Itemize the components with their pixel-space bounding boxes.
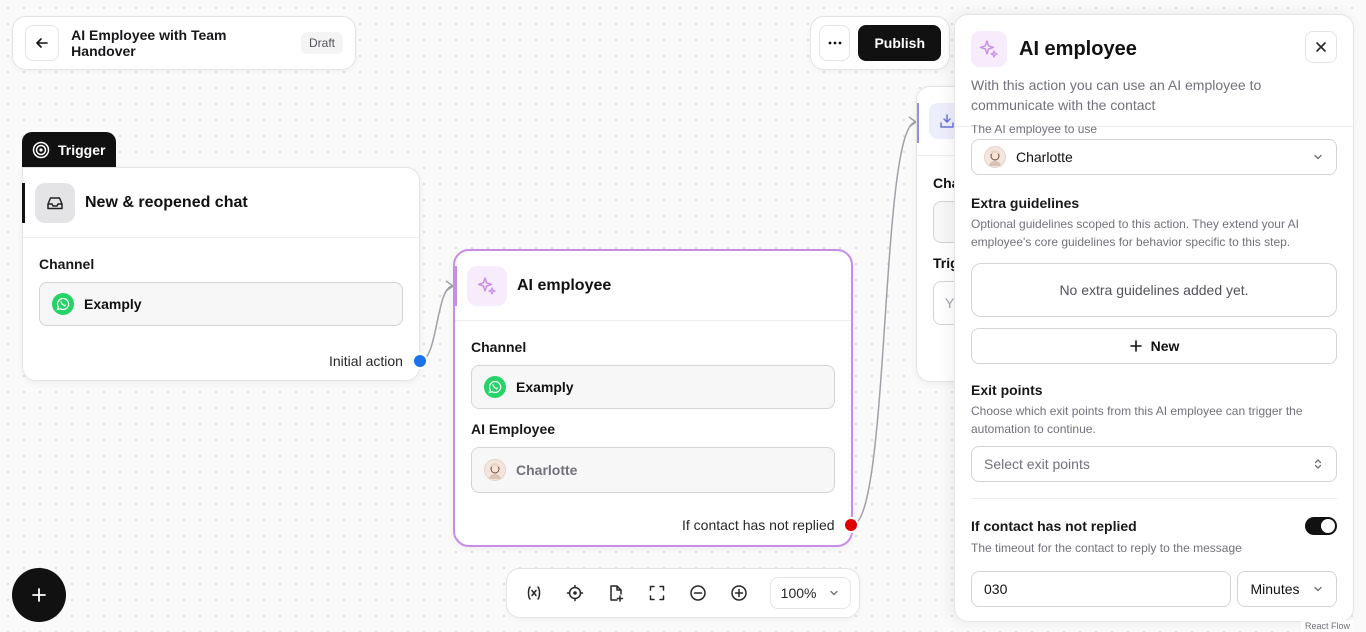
whatsapp-icon <box>484 376 506 398</box>
zoom-out-icon <box>690 585 706 601</box>
trigger-tab-label: Trigger <box>58 142 106 158</box>
ai-employee-field: Charlotte <box>471 447 835 493</box>
trigger-tab: Trigger <box>22 132 116 168</box>
page-title: AI Employee with Team Handover <box>71 27 227 59</box>
publish-button[interactable]: Publish <box>858 25 941 61</box>
exit-points-placeholder: Select exit points <box>984 456 1090 472</box>
sparkles-icon <box>477 276 496 295</box>
panel-title: AI employee <box>1019 37 1137 60</box>
no-reply-description: The timeout for the contact to reply to … <box>971 541 1242 555</box>
employee-select-value: Charlotte <box>1016 149 1073 165</box>
edge-ai-to-next <box>851 121 917 526</box>
inbox-icon <box>47 196 63 209</box>
new-guideline-button[interactable]: New <box>971 328 1337 364</box>
fit-view-button[interactable] <box>638 575 675 611</box>
no-reply-title: If contact has not replied <box>971 518 1137 534</box>
exit-points-title: Exit points <box>971 382 1043 398</box>
ai-employee-label: AI Employee <box>471 421 556 437</box>
ellipsis-icon <box>828 41 842 45</box>
add-page-button[interactable] <box>597 575 634 611</box>
trigger-channel-value: Examply <box>84 296 142 312</box>
fullscreen-icon <box>649 585 665 601</box>
variable-icon <box>527 586 540 600</box>
initial-action-label: Initial action <box>329 353 403 369</box>
initial-action-handle[interactable] <box>412 353 428 369</box>
crosshair-icon <box>566 584 583 602</box>
whatsapp-icon <box>52 293 74 315</box>
ai-channel-value: Examply <box>516 379 574 395</box>
variables-button[interactable] <box>515 575 552 611</box>
edge-trigger-to-ai <box>419 285 454 362</box>
no-reply-toggle[interactable] <box>1305 517 1337 535</box>
status-badge: Draft <box>300 32 343 54</box>
react-flow-attribution[interactable]: React Flow <box>1300 620 1354 632</box>
chevron-down-icon <box>830 590 838 596</box>
zoom-value: 100% <box>780 585 817 601</box>
close-icon <box>1316 42 1326 52</box>
close-button[interactable] <box>1305 31 1337 63</box>
arrow-left-icon <box>36 38 48 48</box>
ai-employee-node[interactable]: AI employee Channel Examply AI Employee … <box>453 249 853 547</box>
avatar <box>484 459 506 481</box>
canvas-toolbar: 100% <box>506 568 860 618</box>
next-node-text-3: Y <box>945 295 955 311</box>
sparkles-icon <box>979 40 998 58</box>
trigger-channel-label: Channel <box>39 256 95 272</box>
back-button[interactable] <box>25 25 60 61</box>
more-options-button[interactable] <box>819 25 851 61</box>
exit-points-description: Choose which exit points from this AI em… <box>971 404 1303 436</box>
new-guideline-label: New <box>1150 338 1180 354</box>
zoom-out-button[interactable] <box>679 575 716 611</box>
sparkles-icon-tile <box>467 265 507 306</box>
guidelines-description: Optional guidelines scoped to this actio… <box>971 217 1299 249</box>
plus-icon <box>32 588 46 602</box>
chevron-up-down-icon <box>1314 459 1322 469</box>
timeout-input[interactable]: 030 <box>971 571 1232 607</box>
header-bar: AI Employee with Team Handover Draft <box>12 16 356 70</box>
zoom-in-icon <box>731 585 747 601</box>
timeout-unit-select[interactable]: Minutes <box>1237 571 1337 607</box>
avatar <box>984 146 1006 168</box>
trigger-channel-field: Examply <box>39 282 403 326</box>
ai-node-title: AI employee <box>517 276 612 294</box>
locate-button[interactable] <box>556 575 593 611</box>
zoom-in-button[interactable] <box>721 575 758 611</box>
panel-description: With this action you can use an AI emplo… <box>971 77 1262 113</box>
no-reply-output-label: If contact has not replied <box>682 517 835 533</box>
add-node-button[interactable] <box>12 568 66 622</box>
zoom-select[interactable]: 100% <box>769 577 852 609</box>
timeout-unit-value: Minutes <box>1250 581 1300 597</box>
ai-channel-field: Examply <box>471 365 835 409</box>
plus-icon <box>1129 340 1142 352</box>
employee-select[interactable]: Charlotte <box>971 139 1337 175</box>
guidelines-title: Extra guidelines <box>971 195 1080 211</box>
file-plus-icon <box>610 585 624 602</box>
edge-arrow-ai <box>445 280 455 292</box>
section-divider <box>971 498 1337 499</box>
employee-select-label: The AI employee to use <box>971 125 1098 136</box>
no-reply-handle[interactable] <box>843 517 859 533</box>
sparkles-icon-tile <box>971 31 1007 67</box>
exit-points-select[interactable]: Select exit points <box>971 446 1337 482</box>
edge-arrow-next <box>908 116 918 128</box>
chevron-down-icon <box>1314 154 1322 160</box>
trigger-node[interactable]: New & reopened chat Channel Examply <box>22 167 420 381</box>
inbox-icon-tile <box>35 182 75 223</box>
chevron-down-icon <box>1314 586 1322 592</box>
ai-channel-label: Channel <box>471 339 527 355</box>
header-actions: Publish <box>810 16 950 70</box>
guidelines-empty-state: No extra guidelines added yet. <box>971 263 1337 317</box>
ai-employee-panel: AI employee With this action you can use… <box>954 14 1354 622</box>
target-icon <box>32 141 50 159</box>
trigger-node-title: New & reopened chat <box>85 193 248 211</box>
ai-employee-value: Charlotte <box>516 462 578 478</box>
